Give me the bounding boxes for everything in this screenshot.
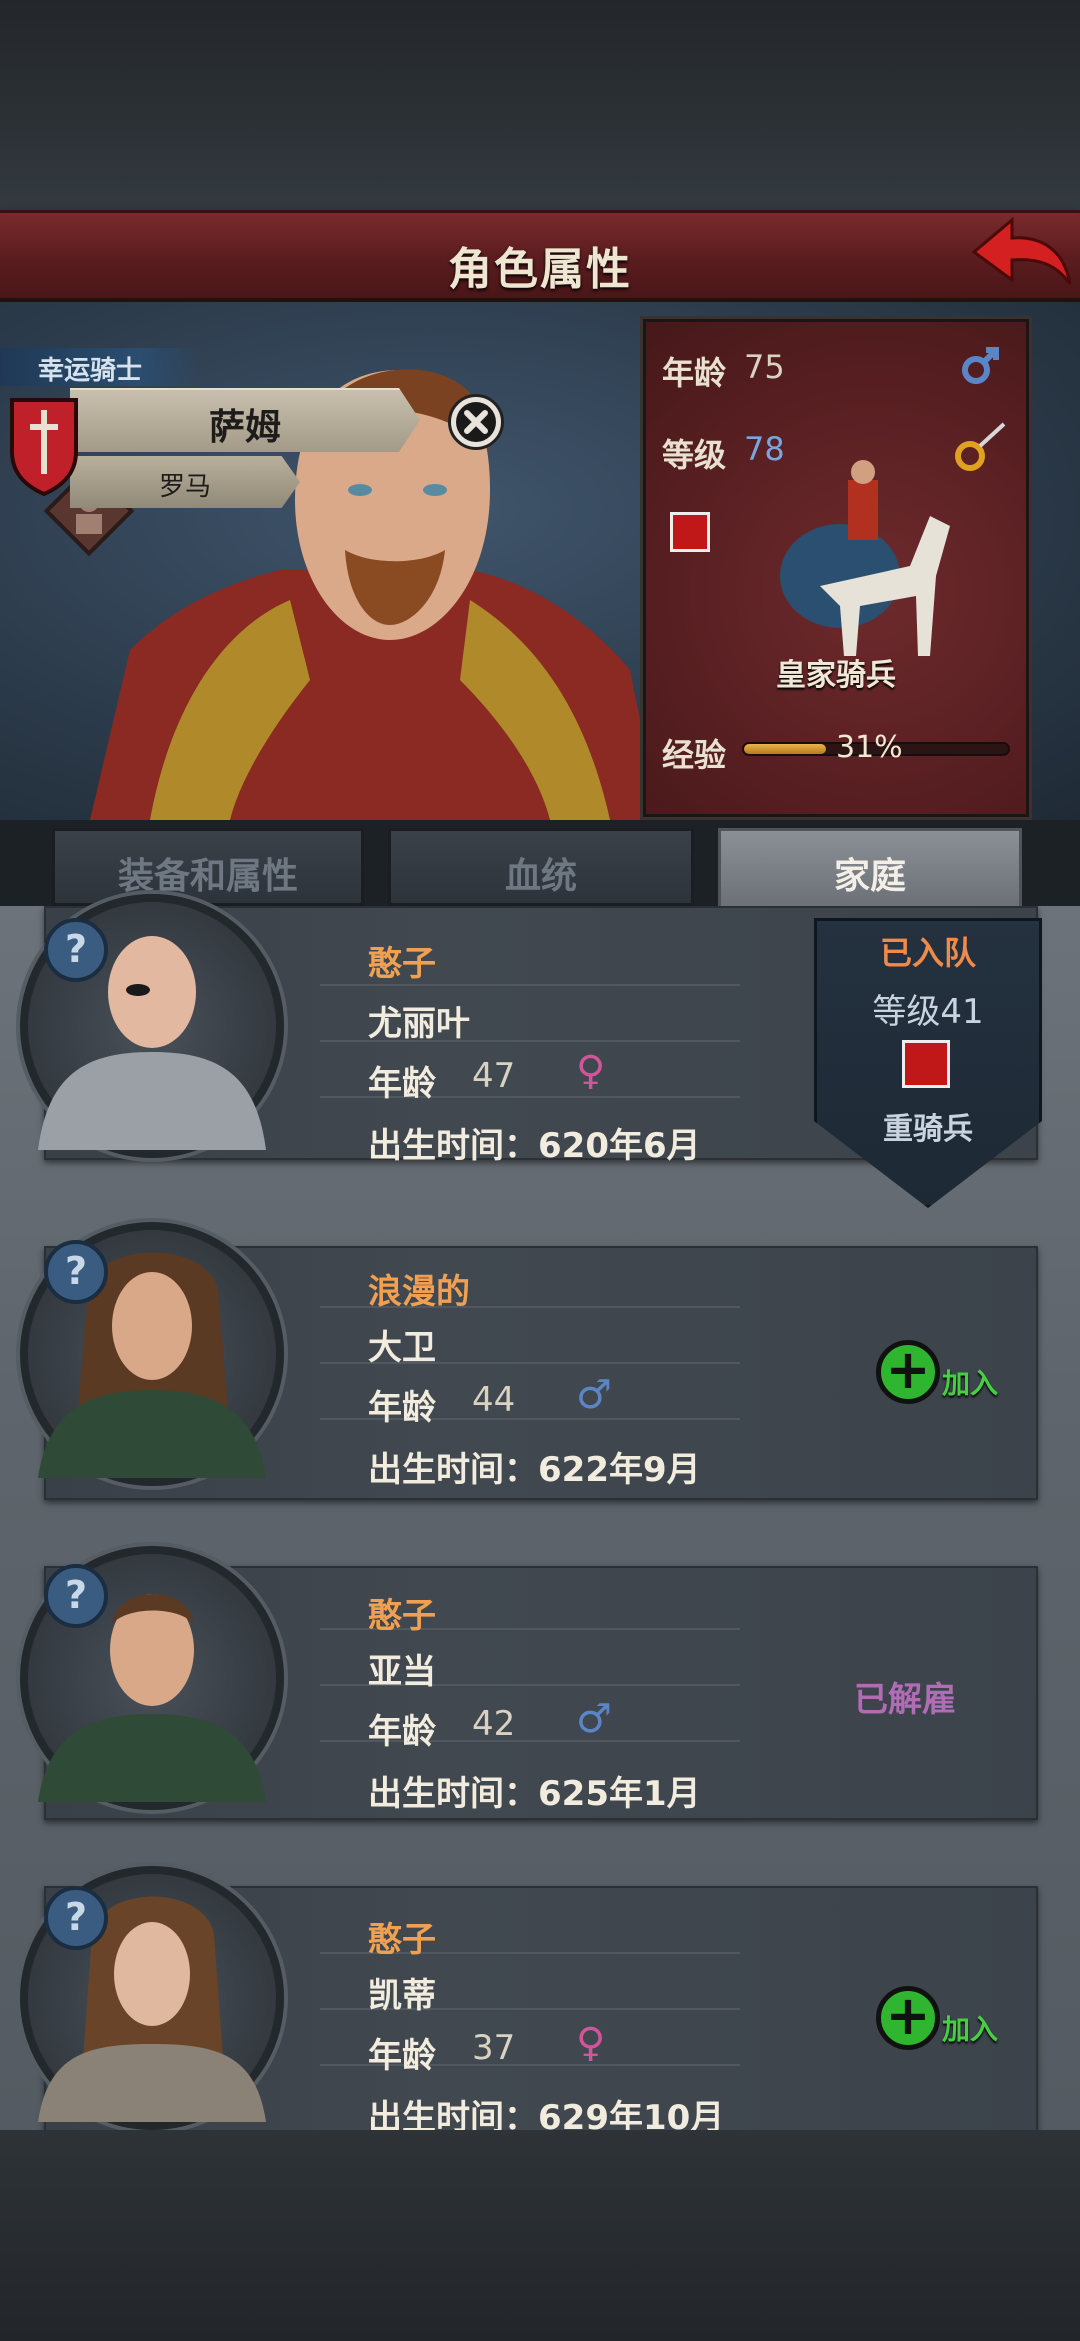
member-age: 37 — [472, 2028, 516, 2068]
tab-equipment[interactable]: 装备和属性 — [52, 828, 364, 906]
member-name: 大卫 — [368, 1328, 436, 1368]
member-name: 亚当 — [368, 1652, 436, 1692]
male-icon: ♂ — [576, 1696, 612, 1742]
age-label: 年龄 — [662, 354, 727, 392]
member-trait: 憨子 — [368, 944, 436, 984]
join-label: 加入 — [942, 1367, 999, 1400]
hero-age: 75 — [744, 348, 785, 386]
faction-shield-icon — [10, 398, 78, 496]
exp-bar-fill — [744, 744, 826, 754]
member-age-label: 年龄 — [368, 1388, 436, 1428]
member-age-label: 年龄 — [368, 1064, 436, 1104]
plus-icon: + — [876, 1986, 940, 2050]
mount-name: 皇家骑兵 — [776, 658, 896, 693]
joined-status: 已入队 — [879, 934, 976, 972]
top-background — [0, 0, 1080, 210]
male-icon: ♂ — [576, 1372, 612, 1418]
join-label: 加入 — [942, 2013, 999, 2046]
member-birth: 出生时间：625年1月 — [368, 1774, 701, 1814]
help-button[interactable]: ? — [44, 1886, 108, 1950]
tab-bloodline[interactable]: 血统 — [388, 828, 694, 906]
member-trait: 浪漫的 — [368, 1272, 470, 1312]
member-birth: 出生时间：620年6月 — [368, 1126, 701, 1166]
dismiss-button[interactable] — [448, 394, 504, 450]
help-button[interactable]: ? — [44, 1564, 108, 1628]
close-icon — [456, 402, 496, 442]
joined-level: 等级41 — [872, 992, 984, 1032]
exp-label: 经验 — [662, 736, 727, 774]
hero-rank: 幸运骑士 — [38, 356, 143, 386]
exp-percent: 31% — [836, 730, 903, 765]
plus-icon: + — [876, 1340, 940, 1404]
member-birth: 出生时间：622年9月 — [368, 1450, 701, 1490]
member-trait: 憨子 — [368, 1596, 436, 1636]
page-title: 角色属性 — [448, 244, 632, 295]
back-arrow-icon — [971, 216, 1072, 285]
level-label: 等级 — [662, 436, 727, 474]
help-button[interactable]: ? — [44, 918, 108, 982]
join-button[interactable]: + 加入 — [876, 1340, 1006, 1410]
female-icon: ♀ — [576, 2020, 606, 2066]
member-age: 44 — [472, 1380, 516, 1420]
female-icon: ♀ — [576, 1048, 606, 1094]
hero-origin: 罗马 — [158, 472, 211, 502]
member-name: 尤丽叶 — [368, 1004, 470, 1044]
heavy-cavalry-icon — [902, 1040, 950, 1088]
member-age-label: 年龄 — [368, 1712, 436, 1752]
member-age: 47 — [472, 1056, 516, 1096]
dismissed-status: 已解雇 — [854, 1680, 956, 1720]
tab-bar: 装备和属性 血统 家庭 — [0, 820, 1080, 906]
tab-family[interactable]: 家庭 — [718, 828, 1022, 906]
member-name: 凯蒂 — [368, 1976, 436, 2016]
member-age-label: 年龄 — [368, 2036, 436, 2076]
hero-name[interactable]: 萨姆 — [70, 398, 420, 450]
back-button[interactable] — [968, 214, 1074, 294]
member-age: 42 — [472, 1704, 516, 1744]
bottom-background — [0, 2130, 1080, 2341]
cavalry-unit-icon — [670, 512, 710, 552]
join-button[interactable]: + 加入 — [876, 1986, 1006, 2056]
joined-unit: 重骑兵 — [883, 1112, 973, 1147]
male-icon — [962, 347, 999, 384]
title-bar: 角色属性 — [0, 210, 1080, 302]
help-button[interactable]: ? — [44, 1240, 108, 1304]
mount-image — [780, 460, 950, 656]
member-trait: 憨子 — [368, 1920, 436, 1960]
